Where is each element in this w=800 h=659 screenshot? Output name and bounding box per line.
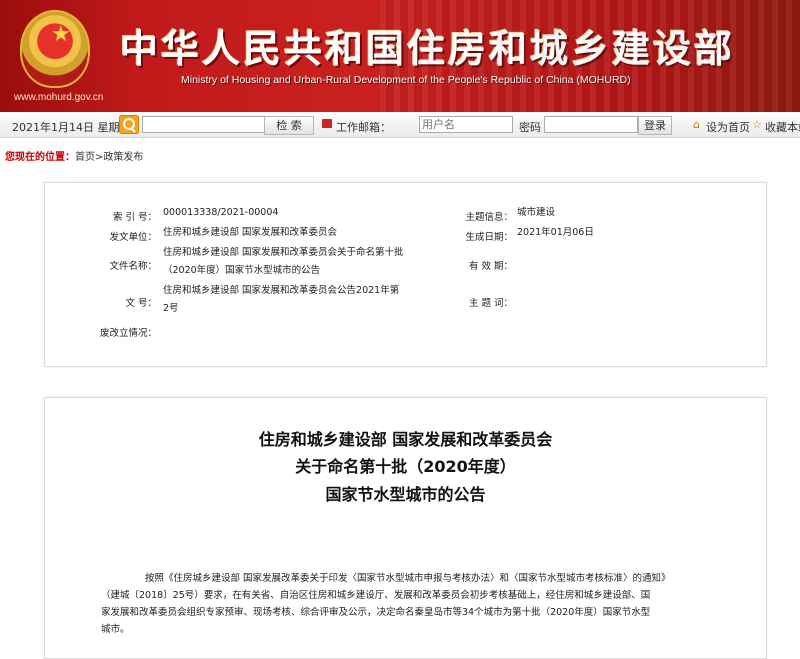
index-label: 索 引 号： [112, 212, 157, 223]
breadcrumb-path[interactable]: 首页>政策发布 [75, 152, 143, 163]
breadcrumb-label: 您现在的位置： [5, 152, 75, 163]
home-icon: ⌂ [693, 118, 700, 131]
article-para-line4: 城市。 [101, 624, 130, 635]
password-input[interactable] [544, 116, 638, 133]
date-label: 生成日期： [465, 232, 513, 243]
toolbar: 2021年1月14日 星期四 检 索 工作邮箱： 密码 登录 ⌂ 设为首页 ☆ … [0, 113, 800, 138]
search-button[interactable]: 检 索 [264, 116, 314, 135]
work-mail-label: 工作邮箱： [336, 121, 391, 134]
topic-value: 城市建设 [517, 207, 556, 218]
login-button[interactable]: 登录 [638, 116, 672, 135]
article-title-line3: 国家节水型城市的公告 [325, 485, 486, 504]
article-para-line1: 按照《住房城乡建设部 国家发展改革委关于印发〈国家节水型城市申报与考核办法〉和〈… [145, 573, 671, 584]
issuer-label: 发文单位： [109, 232, 157, 243]
site-subtitle: Ministry of Housing and Urban-Rural Deve… [181, 74, 631, 86]
docno-value-line1: 住房和城乡建设部 国家发展和改革委员会公告2021年第 [163, 285, 400, 296]
article-body: 按照《住房城乡建设部 国家发展改革委关于印发〈国家节水型城市申报与考核办法〉和〈… [101, 570, 701, 638]
document-info-panel: 索 引 号： 000013338/2021-00004 发文单位： 住房和城乡建… [44, 182, 767, 367]
username-input[interactable] [419, 116, 513, 133]
keywords-label: 主 题 词： [468, 298, 513, 309]
site-title: 中华人民共和国住房和城乡建设部 [120, 26, 736, 71]
docno-label: 文 号： [125, 298, 157, 309]
topic-label: 主题信息： [465, 212, 513, 223]
article-panel: 住房和城乡建设部 国家发展和改革委员会 关于命名第十批（2020年度） 国家节水… [44, 397, 767, 659]
index-value: 000013338/2021-00004 [163, 207, 279, 218]
filename-value-line2: （2020年度）国家节水型城市的公告 [163, 265, 321, 276]
mail-icon [322, 119, 332, 128]
national-emblem-icon: ★ [20, 10, 90, 88]
article-title-line2: 关于命名第十批（2020年度） [295, 457, 516, 476]
site-url[interactable]: www.mohurd.gov.cn [14, 92, 103, 103]
date-value: 2021年01月06日 [517, 227, 594, 238]
star-icon: ★ [51, 22, 71, 47]
article-para-line3: 家发展和改革委员会组织专家预审、现场考核、综合评审及公示，决定命名秦皇岛市等34… [101, 607, 651, 618]
search-icon[interactable] [119, 115, 139, 134]
filename-label: 文件名称： [109, 261, 157, 272]
issuer-value: 住房和城乡建设部 国家发展和改革委员会 [163, 227, 338, 238]
favorite-icon: ☆ [752, 118, 762, 131]
article-title-line1: 住房和城乡建设部 国家发展和改革委员会 [258, 430, 553, 449]
password-label: 密码 [519, 121, 541, 134]
filename-value-line1: 住房和城乡建设部 国家发展和改革委员会关于命名第十批 [163, 247, 404, 258]
header-banner: ★ 中华人民共和国住房和城乡建设部 Ministry of Housing an… [0, 0, 800, 112]
valid-label: 有 效 期： [468, 261, 513, 272]
favorite-link[interactable]: 收藏本站 [765, 119, 800, 135]
search-input[interactable] [142, 116, 266, 133]
article-para-line2: （建城〔2018〕25号）要求，在有关省、自治区住房和城乡建设厅、发展和改革委员… [101, 590, 651, 601]
amend-label: 废改立情况： [99, 328, 157, 339]
docno-value-line2: 2号 [163, 303, 179, 314]
set-home-link[interactable]: 设为首页 [706, 119, 750, 135]
breadcrumb: 您现在的位置：首页>政策发布 [5, 148, 143, 163]
current-date: 2021年1月14日 星期四 [12, 121, 131, 134]
